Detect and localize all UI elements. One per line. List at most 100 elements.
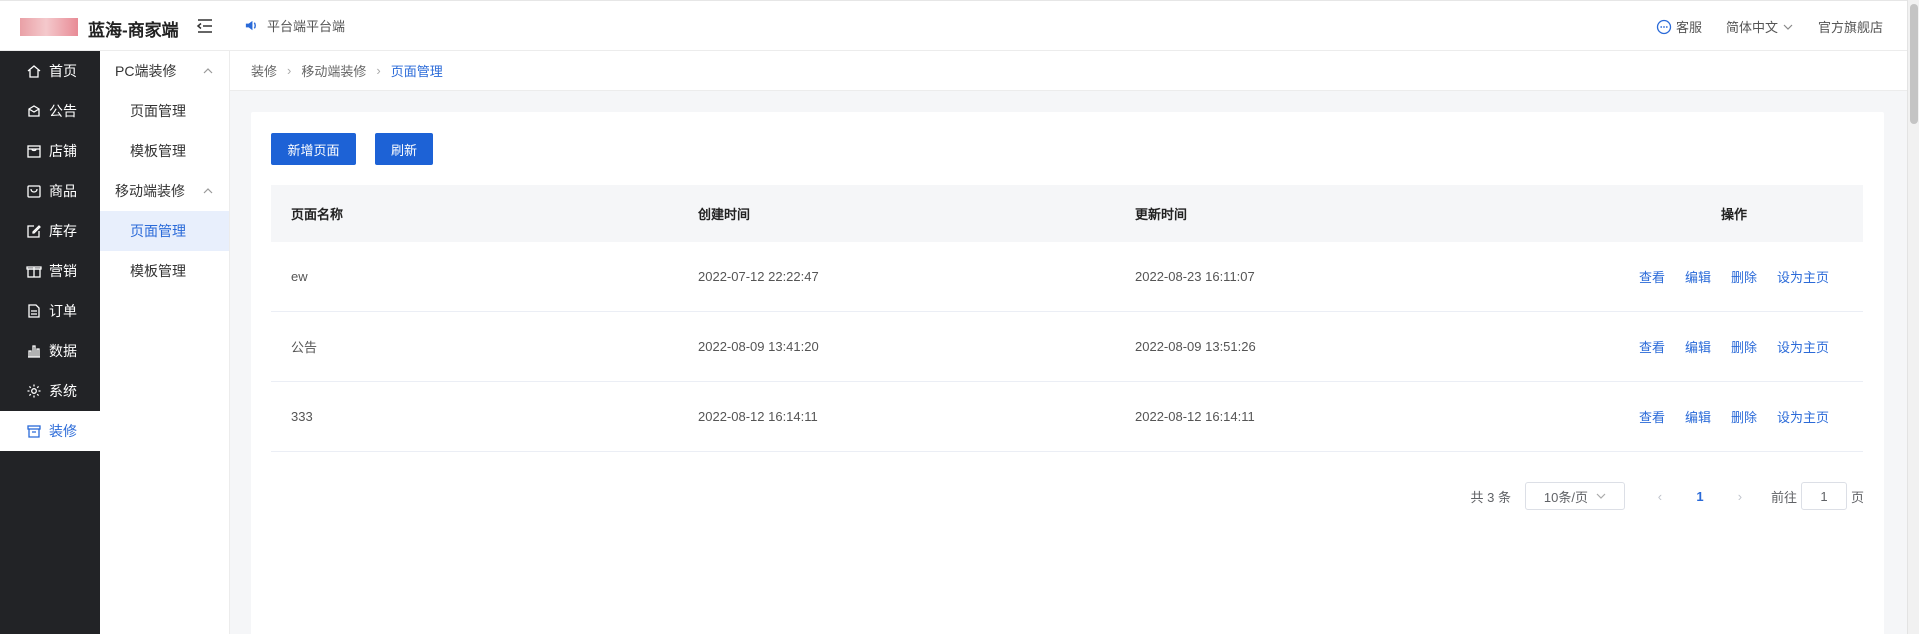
sidebar-item-label: 库存: [49, 223, 77, 239]
speaker-icon: [245, 20, 256, 31]
submenu-item-mobile-page-management[interactable]: 页面管理: [100, 211, 229, 251]
bag-icon: [27, 185, 41, 198]
announcement-icon: [28, 105, 40, 117]
decoration-icon: [27, 425, 41, 438]
sidebar-item-label: 首页: [49, 63, 77, 79]
main-sidebar: 首页 公告 店铺 商品 库存 营销 订单 数据 系统 装修: [0, 51, 100, 634]
sidebar-item-shop[interactable]: 店铺: [0, 131, 100, 171]
page-size-select[interactable]: 10条/页: [1524, 482, 1625, 510]
app-title: 蓝海-商家端: [88, 21, 179, 40]
sidebar-item-label: 订单: [49, 303, 77, 319]
submenu-group-mobile[interactable]: 移动端装修: [100, 171, 229, 211]
view-link[interactable]: 查看: [1639, 337, 1665, 356]
sidebar-item-inventory[interactable]: 库存: [0, 211, 100, 251]
delete-link[interactable]: 删除: [1731, 267, 1757, 286]
submenu-item-mobile-template-management[interactable]: 模板管理: [100, 251, 229, 291]
cell-page-name: 公告: [291, 340, 318, 355]
cell-updated-time: 2022-08-12 16:14:11: [1135, 409, 1255, 424]
flagship-store-link[interactable]: 官方旗舰店: [1818, 17, 1883, 36]
chevron-down-icon: [1783, 24, 1793, 30]
chevron-up-icon: [203, 188, 213, 194]
set-homepage-link[interactable]: 设为主页: [1777, 407, 1829, 426]
sidebar-item-announcement[interactable]: 公告: [0, 91, 100, 131]
sidebar-item-orders[interactable]: 订单: [0, 291, 100, 331]
menu-collapse-icon[interactable]: [196, 17, 214, 35]
sidebar-item-label: 装修: [49, 423, 77, 439]
platform-notice[interactable]: 平台端平台端: [244, 16, 345, 35]
add-page-button[interactable]: 新增页面: [271, 133, 356, 165]
sidebar-item-marketing[interactable]: 营销: [0, 251, 100, 291]
goto-page-input[interactable]: [1800, 482, 1847, 510]
cell-created-time: 2022-08-09 13:41:20: [698, 339, 819, 354]
scrollbar-thumb[interactable]: [1910, 4, 1918, 124]
breadcrumb: 装修 › 移动端装修 › 页面管理: [230, 51, 1907, 91]
breadcrumb-item[interactable]: 移动端装修: [301, 61, 366, 80]
column-header-actions: 操作: [1720, 207, 1747, 222]
submenu-item-pc-page-management[interactable]: 页面管理: [100, 91, 229, 131]
secondary-menu: PC端装修 页面管理 模板管理 移动端装修 页面管理 模板管理: [100, 51, 230, 634]
total-count: 共 3 条: [1470, 489, 1511, 505]
gift-icon: [26, 266, 42, 278]
cell-page-name: ew: [291, 269, 308, 284]
submenu-group-label: 移动端装修: [115, 183, 185, 199]
submenu-group-label: PC端装修: [115, 63, 177, 79]
home-icon: [27, 65, 41, 78]
cell-actions: 查看 编辑 删除 设为主页: [1605, 407, 1863, 426]
top-header: 蓝海-商家端 平台端平台端 客服 简体中文 官方旗舰店: [0, 0, 1919, 51]
cell-updated-time: 2022-08-09 13:51:26: [1135, 339, 1256, 354]
refresh-button[interactable]: 刷新: [375, 133, 433, 165]
language-label: 简体中文: [1725, 20, 1778, 35]
breadcrumb-current: 页面管理: [390, 64, 443, 79]
goto-page: 前往 页: [1771, 482, 1864, 510]
table-row: ew 2022-07-12 22:22:47 2022-08-23 16:11:…: [271, 242, 1863, 312]
language-select[interactable]: 简体中文: [1726, 17, 1794, 36]
sidebar-item-products[interactable]: 商品: [0, 171, 100, 211]
cell-page-name: 333: [291, 409, 313, 424]
logo-image: [20, 18, 78, 36]
pagination: 共 3 条 10条/页 ‹ 1 › 前往 页: [1470, 482, 1864, 510]
cell-updated-time: 2022-08-23 16:11:07: [1135, 269, 1255, 284]
customer-service-link[interactable]: 客服: [1656, 17, 1702, 36]
column-header-created: 创建时间: [698, 207, 751, 222]
set-homepage-link[interactable]: 设为主页: [1777, 337, 1829, 356]
table-row: 公告 2022-08-09 13:41:20 2022-08-09 13:51:…: [271, 312, 1863, 382]
sidebar-item-data[interactable]: 数据: [0, 331, 100, 371]
edit-link[interactable]: 编辑: [1685, 337, 1711, 356]
sidebar-item-label: 营销: [49, 263, 77, 279]
bar-chart-icon: [28, 345, 40, 358]
cell-actions: 查看 编辑 删除 设为主页: [1605, 267, 1863, 286]
sidebar-item-home[interactable]: 首页: [0, 51, 100, 91]
submenu-group-pc[interactable]: PC端装修: [100, 51, 229, 91]
set-homepage-link[interactable]: 设为主页: [1777, 267, 1829, 286]
edit-link[interactable]: 编辑: [1685, 407, 1711, 426]
view-link[interactable]: 查看: [1639, 407, 1665, 426]
edit-icon: [27, 225, 41, 238]
next-page-icon[interactable]: ›: [1725, 489, 1755, 504]
customer-service-label: 客服: [1675, 20, 1702, 35]
sidebar-item-system[interactable]: 系统: [0, 371, 100, 411]
breadcrumb-item[interactable]: 装修: [251, 61, 277, 80]
table-header: 页面名称 创建时间 更新时间 操作: [271, 185, 1863, 242]
delete-link[interactable]: 删除: [1731, 407, 1757, 426]
edit-link[interactable]: 编辑: [1685, 267, 1711, 286]
prev-page-icon[interactable]: ‹: [1645, 489, 1675, 504]
goto-prefix: 前往: [1770, 489, 1797, 505]
cell-created-time: 2022-08-12 16:14:11: [698, 409, 818, 424]
sidebar-item-label: 公告: [49, 103, 77, 119]
table-row: 333 2022-08-12 16:14:11 2022-08-12 16:14…: [271, 382, 1863, 452]
cell-actions: 查看 编辑 删除 设为主页: [1605, 337, 1863, 356]
page-number[interactable]: 1: [1685, 489, 1715, 504]
pages-table: 页面名称 创建时间 更新时间 操作 ew 2022-07-12 22:22:47…: [271, 185, 1863, 452]
submenu-item-pc-template-management[interactable]: 模板管理: [100, 131, 229, 171]
sidebar-item-label: 店铺: [49, 143, 77, 159]
sidebar-item-decoration[interactable]: 装修: [0, 411, 100, 451]
column-header-updated: 更新时间: [1135, 207, 1188, 222]
page-size-label: 10条/页: [1543, 489, 1588, 505]
chat-icon: [1656, 19, 1672, 34]
goto-suffix: 页: [1850, 489, 1864, 505]
delete-link[interactable]: 删除: [1731, 337, 1757, 356]
view-link[interactable]: 查看: [1639, 267, 1665, 286]
gear-icon: [27, 384, 41, 398]
page-scrollbar[interactable]: [1907, 0, 1919, 634]
cell-created-time: 2022-07-12 22:22:47: [698, 269, 819, 284]
